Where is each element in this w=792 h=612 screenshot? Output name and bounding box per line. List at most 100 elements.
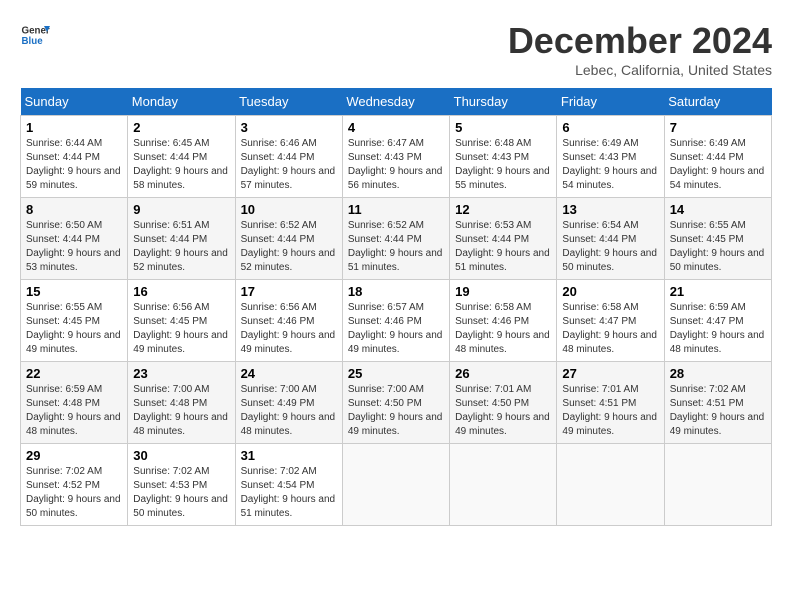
- day-info: Sunrise: 6:58 AMSunset: 4:46 PMDaylight:…: [455, 301, 551, 357]
- day-info: Sunrise: 6:52 AMSunset: 4:44 PMDaylight:…: [241, 219, 337, 275]
- day-info: Sunrise: 6:53 AMSunset: 4:44 PMDaylight:…: [455, 219, 551, 275]
- weekday-header: Thursday: [450, 88, 557, 116]
- day-info: Sunrise: 6:49 AMSunset: 4:44 PMDaylight:…: [670, 137, 766, 193]
- calendar-cell: 3 Sunrise: 6:46 AMSunset: 4:44 PMDaylight…: [235, 116, 342, 198]
- calendar-cell: 10 Sunrise: 6:52 AMSunset: 4:44 PMDayligh…: [235, 198, 342, 280]
- calendar-cell: 9 Sunrise: 6:51 AMSunset: 4:44 PMDaylight…: [128, 198, 235, 280]
- calendar-header-row: SundayMondayTuesdayWednesdayThursdayFrid…: [21, 88, 772, 116]
- day-number: 29: [26, 448, 122, 463]
- day-number: 9: [133, 202, 229, 217]
- weekday-header: Monday: [128, 88, 235, 116]
- calendar-week-row: 1 Sunrise: 6:44 AMSunset: 4:44 PMDaylight…: [21, 116, 772, 198]
- calendar-cell: 17 Sunrise: 6:56 AMSunset: 4:46 PMDayligh…: [235, 280, 342, 362]
- weekday-header: Sunday: [21, 88, 128, 116]
- day-number: 2: [133, 120, 229, 135]
- day-number: 26: [455, 366, 551, 381]
- day-number: 1: [26, 120, 122, 135]
- calendar-cell: 20 Sunrise: 6:58 AMSunset: 4:47 PMDayligh…: [557, 280, 664, 362]
- calendar-cell: [664, 444, 771, 526]
- location-title: Lebec, California, United States: [508, 62, 772, 78]
- calendar-cell: 27 Sunrise: 7:01 AMSunset: 4:51 PMDayligh…: [557, 362, 664, 444]
- calendar-cell: 26 Sunrise: 7:01 AMSunset: 4:50 PMDayligh…: [450, 362, 557, 444]
- day-number: 5: [455, 120, 551, 135]
- day-number: 11: [348, 202, 444, 217]
- calendar-cell: 15 Sunrise: 6:55 AMSunset: 4:45 PMDayligh…: [21, 280, 128, 362]
- calendar-week-row: 15 Sunrise: 6:55 AMSunset: 4:45 PMDayligh…: [21, 280, 772, 362]
- calendar-cell: 24 Sunrise: 7:00 AMSunset: 4:49 PMDayligh…: [235, 362, 342, 444]
- day-info: Sunrise: 6:59 AMSunset: 4:47 PMDaylight:…: [670, 301, 766, 357]
- day-info: Sunrise: 7:02 AMSunset: 4:53 PMDaylight:…: [133, 465, 229, 521]
- day-info: Sunrise: 6:58 AMSunset: 4:47 PMDaylight:…: [562, 301, 658, 357]
- day-number: 3: [241, 120, 337, 135]
- calendar-cell: 23 Sunrise: 7:00 AMSunset: 4:48 PMDayligh…: [128, 362, 235, 444]
- calendar-cell: 21 Sunrise: 6:59 AMSunset: 4:47 PMDayligh…: [664, 280, 771, 362]
- day-info: Sunrise: 6:48 AMSunset: 4:43 PMDaylight:…: [455, 137, 551, 193]
- day-info: Sunrise: 7:02 AMSunset: 4:51 PMDaylight:…: [670, 383, 766, 439]
- day-info: Sunrise: 6:44 AMSunset: 4:44 PMDaylight:…: [26, 137, 122, 193]
- calendar-cell: 11 Sunrise: 6:52 AMSunset: 4:44 PMDayligh…: [342, 198, 449, 280]
- day-info: Sunrise: 6:57 AMSunset: 4:46 PMDaylight:…: [348, 301, 444, 357]
- day-number: 10: [241, 202, 337, 217]
- calendar-cell: [450, 444, 557, 526]
- calendar-cell: 1 Sunrise: 6:44 AMSunset: 4:44 PMDaylight…: [21, 116, 128, 198]
- calendar-cell: 25 Sunrise: 7:00 AMSunset: 4:50 PMDayligh…: [342, 362, 449, 444]
- calendar-cell: [557, 444, 664, 526]
- day-info: Sunrise: 6:55 AMSunset: 4:45 PMDaylight:…: [670, 219, 766, 275]
- calendar-table: SundayMondayTuesdayWednesdayThursdayFrid…: [20, 88, 772, 526]
- day-info: Sunrise: 7:02 AMSunset: 4:54 PMDaylight:…: [241, 465, 337, 521]
- logo-icon: General Blue: [20, 20, 50, 50]
- day-info: Sunrise: 7:02 AMSunset: 4:52 PMDaylight:…: [26, 465, 122, 521]
- day-number: 20: [562, 284, 658, 299]
- day-number: 27: [562, 366, 658, 381]
- calendar-cell: 31 Sunrise: 7:02 AMSunset: 4:54 PMDayligh…: [235, 444, 342, 526]
- weekday-header: Saturday: [664, 88, 771, 116]
- month-title: December 2024: [508, 20, 772, 62]
- calendar-cell: 5 Sunrise: 6:48 AMSunset: 4:43 PMDaylight…: [450, 116, 557, 198]
- day-number: 7: [670, 120, 766, 135]
- day-info: Sunrise: 7:00 AMSunset: 4:50 PMDaylight:…: [348, 383, 444, 439]
- calendar-cell: 2Sunrise: 6:45 AMSunset: 4:44 PMDaylight…: [128, 116, 235, 198]
- calendar-cell: 8Sunrise: 6:50 AMSunset: 4:44 PMDaylight…: [21, 198, 128, 280]
- day-number: 16: [133, 284, 229, 299]
- day-number: 13: [562, 202, 658, 217]
- calendar-cell: [342, 444, 449, 526]
- day-number: 18: [348, 284, 444, 299]
- day-number: 15: [26, 284, 122, 299]
- day-number: 24: [241, 366, 337, 381]
- day-info: Sunrise: 7:00 AMSunset: 4:48 PMDaylight:…: [133, 383, 229, 439]
- calendar-cell: 30Sunrise: 7:02 AMSunset: 4:53 PMDayligh…: [128, 444, 235, 526]
- day-number: 23: [133, 366, 229, 381]
- day-info: Sunrise: 6:56 AMSunset: 4:46 PMDaylight:…: [241, 301, 337, 357]
- svg-text:Blue: Blue: [22, 36, 44, 47]
- day-info: Sunrise: 6:56 AMSunset: 4:45 PMDaylight:…: [133, 301, 229, 357]
- day-info: Sunrise: 6:52 AMSunset: 4:44 PMDaylight:…: [348, 219, 444, 275]
- day-number: 31: [241, 448, 337, 463]
- calendar-cell: 16 Sunrise: 6:56 AMSunset: 4:45 PMDayligh…: [128, 280, 235, 362]
- weekday-header: Wednesday: [342, 88, 449, 116]
- day-number: 21: [670, 284, 766, 299]
- day-info: Sunrise: 6:46 AMSunset: 4:44 PMDaylight:…: [241, 137, 337, 193]
- calendar-cell: 7 Sunrise: 6:49 AMSunset: 4:44 PMDaylight…: [664, 116, 771, 198]
- calendar-week-row: 8Sunrise: 6:50 AMSunset: 4:44 PMDaylight…: [21, 198, 772, 280]
- day-info: Sunrise: 7:01 AMSunset: 4:50 PMDaylight:…: [455, 383, 551, 439]
- calendar-cell: 29 Sunrise: 7:02 AMSunset: 4:52 PMDayligh…: [21, 444, 128, 526]
- day-info: Sunrise: 6:47 AMSunset: 4:43 PMDaylight:…: [348, 137, 444, 193]
- day-info: Sunrise: 6:55 AMSunset: 4:45 PMDaylight:…: [26, 301, 122, 357]
- day-number: 19: [455, 284, 551, 299]
- day-number: 17: [241, 284, 337, 299]
- calendar-week-row: 29 Sunrise: 7:02 AMSunset: 4:52 PMDayligh…: [21, 444, 772, 526]
- day-number: 28: [670, 366, 766, 381]
- calendar-cell: 22Sunrise: 6:59 AMSunset: 4:48 PMDayligh…: [21, 362, 128, 444]
- logo: General Blue: [20, 20, 50, 50]
- day-number: 4: [348, 120, 444, 135]
- day-info: Sunrise: 7:00 AMSunset: 4:49 PMDaylight:…: [241, 383, 337, 439]
- day-info: Sunrise: 6:51 AMSunset: 4:44 PMDaylight:…: [133, 219, 229, 275]
- day-number: 25: [348, 366, 444, 381]
- weekday-header: Friday: [557, 88, 664, 116]
- day-info: Sunrise: 7:01 AMSunset: 4:51 PMDaylight:…: [562, 383, 658, 439]
- weekday-header: Tuesday: [235, 88, 342, 116]
- calendar-cell: 4 Sunrise: 6:47 AMSunset: 4:43 PMDaylight…: [342, 116, 449, 198]
- calendar-cell: 18 Sunrise: 6:57 AMSunset: 4:46 PMDayligh…: [342, 280, 449, 362]
- day-number: 12: [455, 202, 551, 217]
- day-number: 14: [670, 202, 766, 217]
